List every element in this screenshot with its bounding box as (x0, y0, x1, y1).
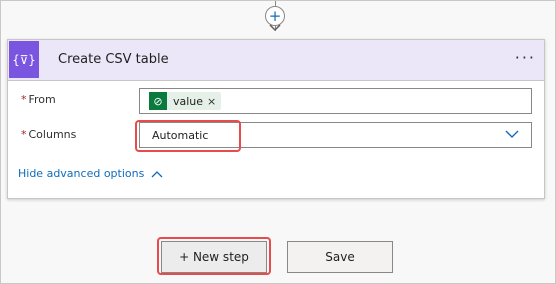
remove-token-icon[interactable]: × (207, 95, 221, 108)
columns-selected-value: Automatic (152, 129, 209, 142)
advanced-link-label: Hide advanced options (18, 167, 145, 180)
columns-select[interactable]: Automatic (139, 122, 532, 148)
add-step-icon[interactable]: + (265, 6, 285, 26)
columns-label: * Columns (21, 128, 76, 141)
value-token[interactable]: ⊘ value × (149, 92, 222, 110)
required-marker: * (21, 93, 27, 106)
create-csv-table-card: {⊽} Create CSV table ··· * From ⊘ value ×… (7, 39, 545, 199)
token-label: value (173, 94, 204, 108)
card-title: Create CSV table (58, 52, 169, 67)
dataverse-icon: ⊘ (149, 92, 167, 110)
required-marker: * (21, 128, 27, 141)
card-header[interactable]: {⊽} Create CSV table ··· (8, 40, 544, 81)
from-input[interactable]: ⊘ value × (139, 88, 532, 114)
more-options-icon[interactable]: ··· (515, 50, 536, 66)
from-label-text: From (28, 93, 56, 106)
from-label: * From (21, 93, 56, 106)
chevron-up-icon (151, 170, 163, 177)
columns-label-text: Columns (28, 128, 77, 141)
variable-icon: {⊽} (9, 41, 39, 78)
new-step-button[interactable]: + New step (161, 241, 267, 273)
chevron-down-icon[interactable] (505, 130, 519, 139)
arrow-down-icon (269, 24, 281, 32)
save-button[interactable]: Save (287, 241, 393, 273)
hide-advanced-options-link[interactable]: Hide advanced options (18, 167, 163, 180)
